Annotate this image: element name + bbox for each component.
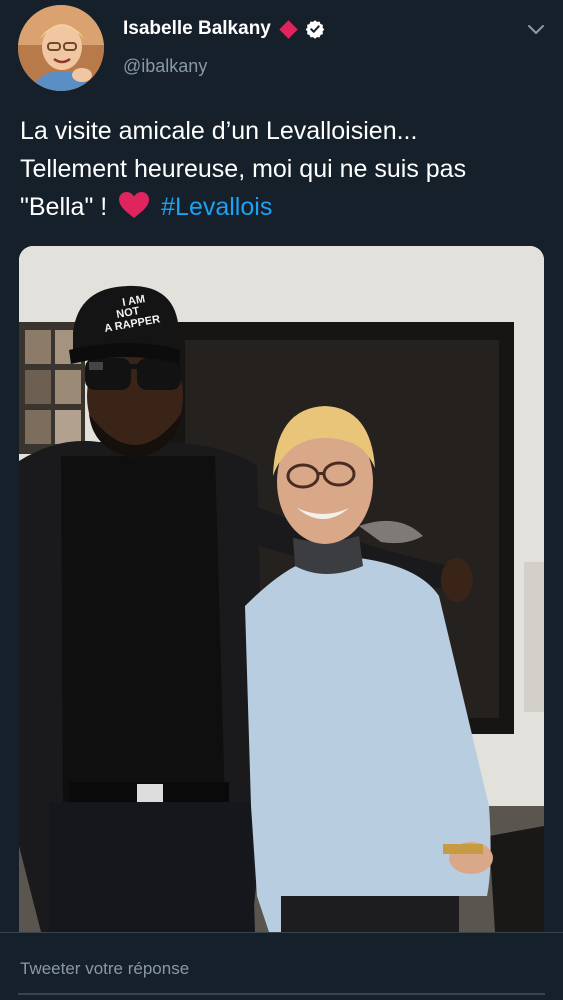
tweet-line-2: Tellement heureuse, moi qui ne suis pas	[20, 155, 467, 183]
hashtag-link[interactable]: #Levallois	[161, 193, 272, 221]
display-name[interactable]: Isabelle Balkany	[123, 18, 271, 40]
photo-image: I AM NOT A RAPPER	[19, 246, 544, 932]
tweet-photo[interactable]: I AM NOT A RAPPER	[19, 246, 544, 932]
handle[interactable]: @ibalkany	[123, 56, 207, 77]
tweet-line-3-text: "Bella" !	[20, 193, 108, 221]
tweet-text: La visite amicale d’un Levalloisien... T…	[20, 112, 550, 226]
reply-input[interactable]: Tweeter votre réponse	[20, 959, 189, 979]
tweet-header: Isabelle Balkany @ibalkany	[0, 0, 563, 100]
tweet-line-1: La visite amicale d’un Levalloisien...	[20, 117, 418, 145]
chevron-down-icon[interactable]	[525, 18, 547, 40]
reply-bar: Tweeter votre réponse	[0, 932, 563, 1000]
name-row: Isabelle Balkany	[123, 18, 325, 40]
avatar-image	[18, 5, 104, 91]
red-diamond-icon	[279, 19, 298, 39]
heart-icon	[118, 191, 150, 219]
tweet-line-3: "Bella" ! #Levallois	[20, 188, 550, 226]
avatar[interactable]	[18, 5, 104, 91]
verified-badge-icon	[305, 19, 325, 39]
reply-underline	[18, 993, 545, 995]
